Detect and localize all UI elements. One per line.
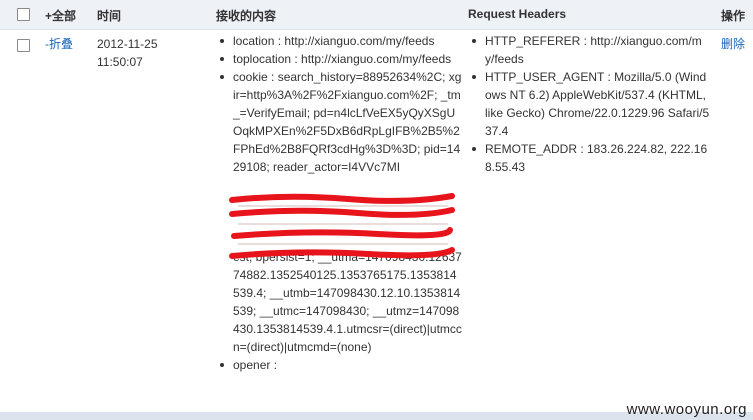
header-item-user-agent: HTTP_USER_AGENT : Mozilla/5.0 (Windows N… [468,68,710,140]
content-item-opener: opener : [216,356,462,374]
collapse-link[interactable]: -折叠 [45,35,73,52]
column-time: 时间 [97,9,122,23]
content-item-toplocation: toplocation : http://xianguo.com/my/feed… [216,50,462,68]
cookie-part-1: cookie : search_history=88952634%2C; xgi… [233,70,462,174]
row-date: 2012-11-25 [97,37,158,51]
table-header: +全部 时间 接收的内容 Request Headers 操作 [0,0,753,30]
row-checkbox[interactable] [17,39,30,52]
row-time: 11:50:07 [97,55,143,69]
content-item-location: location : http://xianguo.com/my/feeds [216,32,462,50]
column-request-headers: Request Headers [468,7,567,21]
header-item-remote-addr: REMOTE_ADDR : 183.26.224.82, 222.168.55.… [468,140,710,176]
select-all-checkbox[interactable] [17,8,30,21]
watermark: www.wooyun.org [626,401,747,418]
redaction-scribble [229,193,455,259]
header-item-referer: HTTP_REFERER : http://xianguo.com/my/fee… [468,32,710,68]
row-timestamp: 2012-11-25 11:50:07 [97,35,158,71]
column-content: 接收的内容 [216,9,277,23]
select-all-link[interactable]: +全部 [45,7,76,24]
column-action: 操作 [721,9,746,23]
request-headers-list: HTTP_REFERER : http://xianguo.com/my/fee… [468,32,710,176]
delete-link[interactable]: 删除 [721,35,745,52]
